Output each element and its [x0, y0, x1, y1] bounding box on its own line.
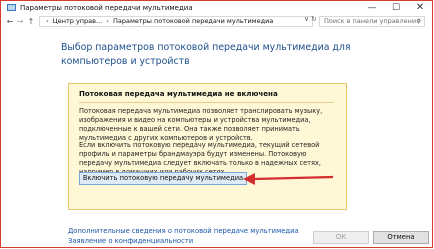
search-input[interactable]: Поиск в панели управления ⚲ — [319, 16, 425, 27]
notice-title: Потоковая передача мультимедиа не включе… — [79, 89, 278, 98]
dropdown-chevron-icon[interactable]: ∨ — [304, 15, 309, 24]
title-bar: Параметры потоковой передачи мультимедиа… — [1, 1, 432, 15]
breadcrumb-separator: › — [106, 17, 109, 25]
privacy-statement-link[interactable]: Заявление о конфиденциальности — [68, 237, 193, 245]
enable-media-streaming-button[interactable]: Включить потоковую передачу мультимедиа — [79, 172, 247, 185]
breadcrumb-separator: › — [46, 17, 49, 25]
notice-divider — [79, 102, 334, 103]
close-button[interactable]: ✕ — [408, 1, 432, 15]
cancel-button[interactable]: Отмена — [373, 231, 429, 244]
refresh-icon[interactable]: ↻ — [311, 15, 317, 24]
red-pointer-arrow-icon — [243, 173, 334, 185]
notice-description: Потоковая передача мультимедиа позволяет… — [79, 107, 323, 142]
maximize-button[interactable]: ☐ — [384, 1, 408, 15]
learn-more-streaming-link[interactable]: Дополнительные сведения о потоковой пере… — [68, 227, 299, 235]
search-placeholder: Поиск в панели управления — [324, 17, 421, 25]
page-heading: Выбор параметров потоковой передачи муль… — [61, 42, 351, 67]
search-icon: ⚲ — [416, 18, 421, 25]
ok-button[interactable]: ОК — [313, 231, 369, 244]
minimize-button[interactable]: — — [360, 1, 384, 15]
streaming-disabled-notice: Потоковая передача мультимедиа не включе… — [68, 83, 347, 210]
forward-arrow-icon[interactable]: → — [15, 16, 25, 28]
address-breadcrumb[interactable]: › Центр управ... › Параметры потоковой п… — [39, 16, 313, 27]
window-title: Параметры потоковой передачи мультимедиа — [20, 4, 193, 12]
breadcrumb-media-streaming[interactable]: Параметры потоковой передачи мультимедиа — [113, 17, 273, 25]
media-settings-app-icon — [7, 4, 16, 11]
up-arrow-icon[interactable]: ↑ — [26, 16, 36, 28]
back-arrow-icon[interactable]: ← — [5, 16, 15, 28]
breadcrumb-control-panel[interactable]: Центр управ... — [53, 17, 103, 25]
window: Параметры потоковой передачи мультимедиа… — [0, 0, 433, 248]
